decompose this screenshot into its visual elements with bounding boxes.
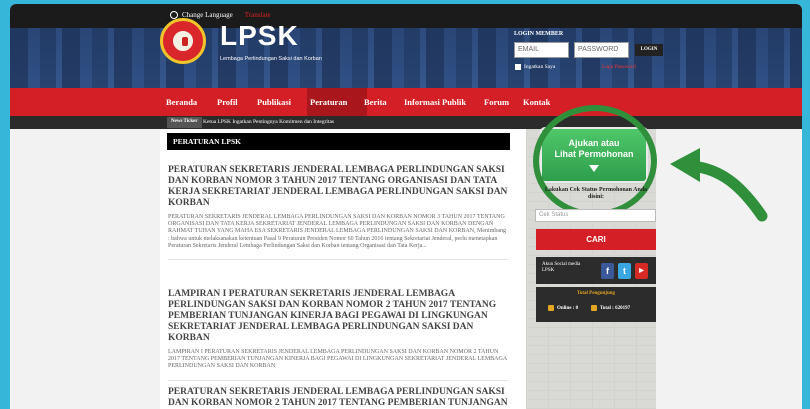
news-ticker-tag: News Ticker bbox=[167, 117, 202, 128]
article-title[interactable]: PERATURAN SEKRETARIS JENDERAL LEMBAGA PE… bbox=[168, 387, 508, 409]
nav-publikasi[interactable]: Publikasi bbox=[257, 97, 291, 107]
logo-title[interactable]: LPSK bbox=[220, 20, 299, 52]
users-icon bbox=[591, 305, 597, 311]
article-excerpt: LAMPIRAN I PERATURAN SEKRETARIS JENDERAL… bbox=[168, 349, 507, 370]
social-media-box: Akun Social media LPSK f t ▶ bbox=[536, 257, 656, 284]
article-excerpt: PERATURAN SEKRETARIS JENDERAL LEMBAGA PE… bbox=[168, 214, 507, 249]
social-media-label: Akun Social media LPSK bbox=[542, 262, 581, 273]
change-language-label: Change Language bbox=[182, 11, 233, 19]
nav-berita[interactable]: Berita bbox=[364, 97, 387, 107]
total-label: Total : 620197 bbox=[600, 305, 631, 311]
cari-button[interactable]: CARI bbox=[536, 229, 656, 250]
pointer-arrow-icon bbox=[670, 148, 768, 222]
twitter-icon[interactable]: t bbox=[618, 263, 631, 279]
news-ticker-text[interactable]: Ketua LPSK Ingatkan Pentingnya Komitmen … bbox=[203, 119, 334, 125]
news-ticker: News Ticker Ketua LPSK Ingatkan Pentingn… bbox=[10, 116, 802, 129]
login-button[interactable]: LOGIN bbox=[635, 44, 663, 56]
remember-checkbox[interactable] bbox=[515, 64, 521, 70]
divider bbox=[168, 259, 508, 261]
article-item: PERATURAN SEKRETARIS JENDERAL LEMBAGA PE… bbox=[168, 165, 508, 261]
article-title[interactable]: LAMPIRAN I PERATURAN SEKRETARIS JENDERAL… bbox=[168, 289, 508, 344]
nav-forum[interactable]: Forum bbox=[484, 97, 509, 107]
login-member-label: LOGIN MEMBER bbox=[514, 31, 564, 37]
site-header bbox=[10, 28, 802, 88]
logo-subtitle: Lembaga Perlindungan Saksi dan Korban bbox=[220, 56, 322, 62]
nav-profil[interactable]: Profil bbox=[217, 97, 238, 107]
status-check-label: Lakukan Cek Status Permohonan Anda disin… bbox=[544, 187, 648, 200]
online-label: Online : 0 bbox=[557, 305, 579, 311]
article-title[interactable]: PERATURAN SEKRETARIS JENDERAL LEMBAGA PE… bbox=[168, 165, 508, 209]
article-item: LAMPIRAN I PERATURAN SEKRETARIS JENDERAL… bbox=[168, 289, 508, 381]
user-icon bbox=[548, 305, 554, 311]
status-check-input[interactable]: Cek Status bbox=[535, 209, 656, 222]
forgot-password-link[interactable]: Lupa Password bbox=[602, 64, 636, 70]
translate-link[interactable]: Translate bbox=[245, 11, 271, 19]
nav-kontak[interactable]: Kontak bbox=[523, 97, 550, 107]
visitors-title: Total Pengunjung bbox=[576, 291, 616, 296]
youtube-icon[interactable]: ▶ bbox=[635, 263, 648, 279]
nav-beranda[interactable]: Beranda bbox=[166, 97, 197, 107]
nav-informasi-publik[interactable]: Informasi Publik bbox=[404, 97, 466, 107]
facebook-icon[interactable]: f bbox=[601, 263, 614, 279]
main-content: PERATURAN LPSK PERATURAN SEKRETARIS JEND… bbox=[160, 129, 526, 409]
browser-page: Change Language Translate LPSK Lembaga P… bbox=[10, 4, 802, 409]
remember-me[interactable]: Ingatkan Saya bbox=[515, 64, 555, 70]
nav-peraturan[interactable]: Peraturan bbox=[310, 97, 347, 107]
password-field[interactable]: PASSWORD bbox=[574, 42, 629, 58]
email-field[interactable]: EMAIL bbox=[514, 42, 569, 58]
main-nav: Beranda Profil Publikasi Peraturan Berit… bbox=[10, 88, 802, 116]
divider bbox=[168, 379, 508, 381]
visitor-counter: Total Pengunjung Online : 0 Total : 6201… bbox=[536, 287, 656, 322]
total-count: Total : 620197 bbox=[591, 305, 630, 311]
top-bar: Change Language Translate bbox=[10, 4, 802, 28]
lpsk-logo-emblem[interactable] bbox=[160, 18, 206, 64]
remember-label: Ingatkan Saya bbox=[524, 64, 556, 70]
online-count: Online : 0 bbox=[548, 305, 578, 311]
article-item: PERATURAN SEKRETARIS JENDERAL LEMBAGA PE… bbox=[168, 387, 508, 409]
section-title: PERATURAN LPSK bbox=[167, 133, 510, 150]
